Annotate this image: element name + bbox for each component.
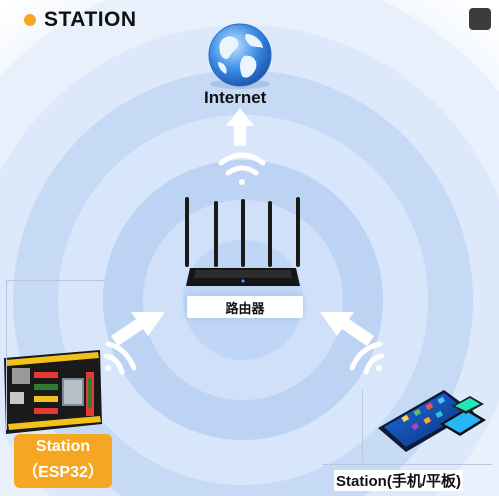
esp32-board-icon [4,350,102,434]
esp32-label-line1: Station [35,438,91,455]
title-text: STATION [44,8,137,31]
wifi-signal-icon [349,341,385,375]
globe-icon [208,23,272,89]
title-bullet-icon [24,14,36,26]
esp32-label-line2: （ESP32） [22,464,104,481]
wifi-signal-icon [218,152,266,185]
diagram-canvas: STATION Internet 路由器 Station （ESP32） Sta… [0,0,499,496]
router-icon [185,197,300,286]
router-label: 路由器 [187,296,303,318]
leader-line [362,390,363,462]
arrow-from-mobile [320,312,374,346]
leader-line [6,280,106,281]
arrow-to-internet [226,108,254,146]
mobile-station-label: Station(手机/平板) [334,470,463,491]
internet-label: Internet [204,88,267,107]
image-search-icon[interactable] [469,8,491,30]
diagram-art [4,23,486,452]
wifi-signal-icon [103,341,137,375]
arrow-from-esp32 [111,312,165,346]
page-title: STATION [24,8,137,32]
tablet-phone-icon [378,390,486,452]
esp32-station-badge: Station （ESP32） [14,434,112,488]
leader-line [322,464,492,465]
leader-line [6,280,7,430]
